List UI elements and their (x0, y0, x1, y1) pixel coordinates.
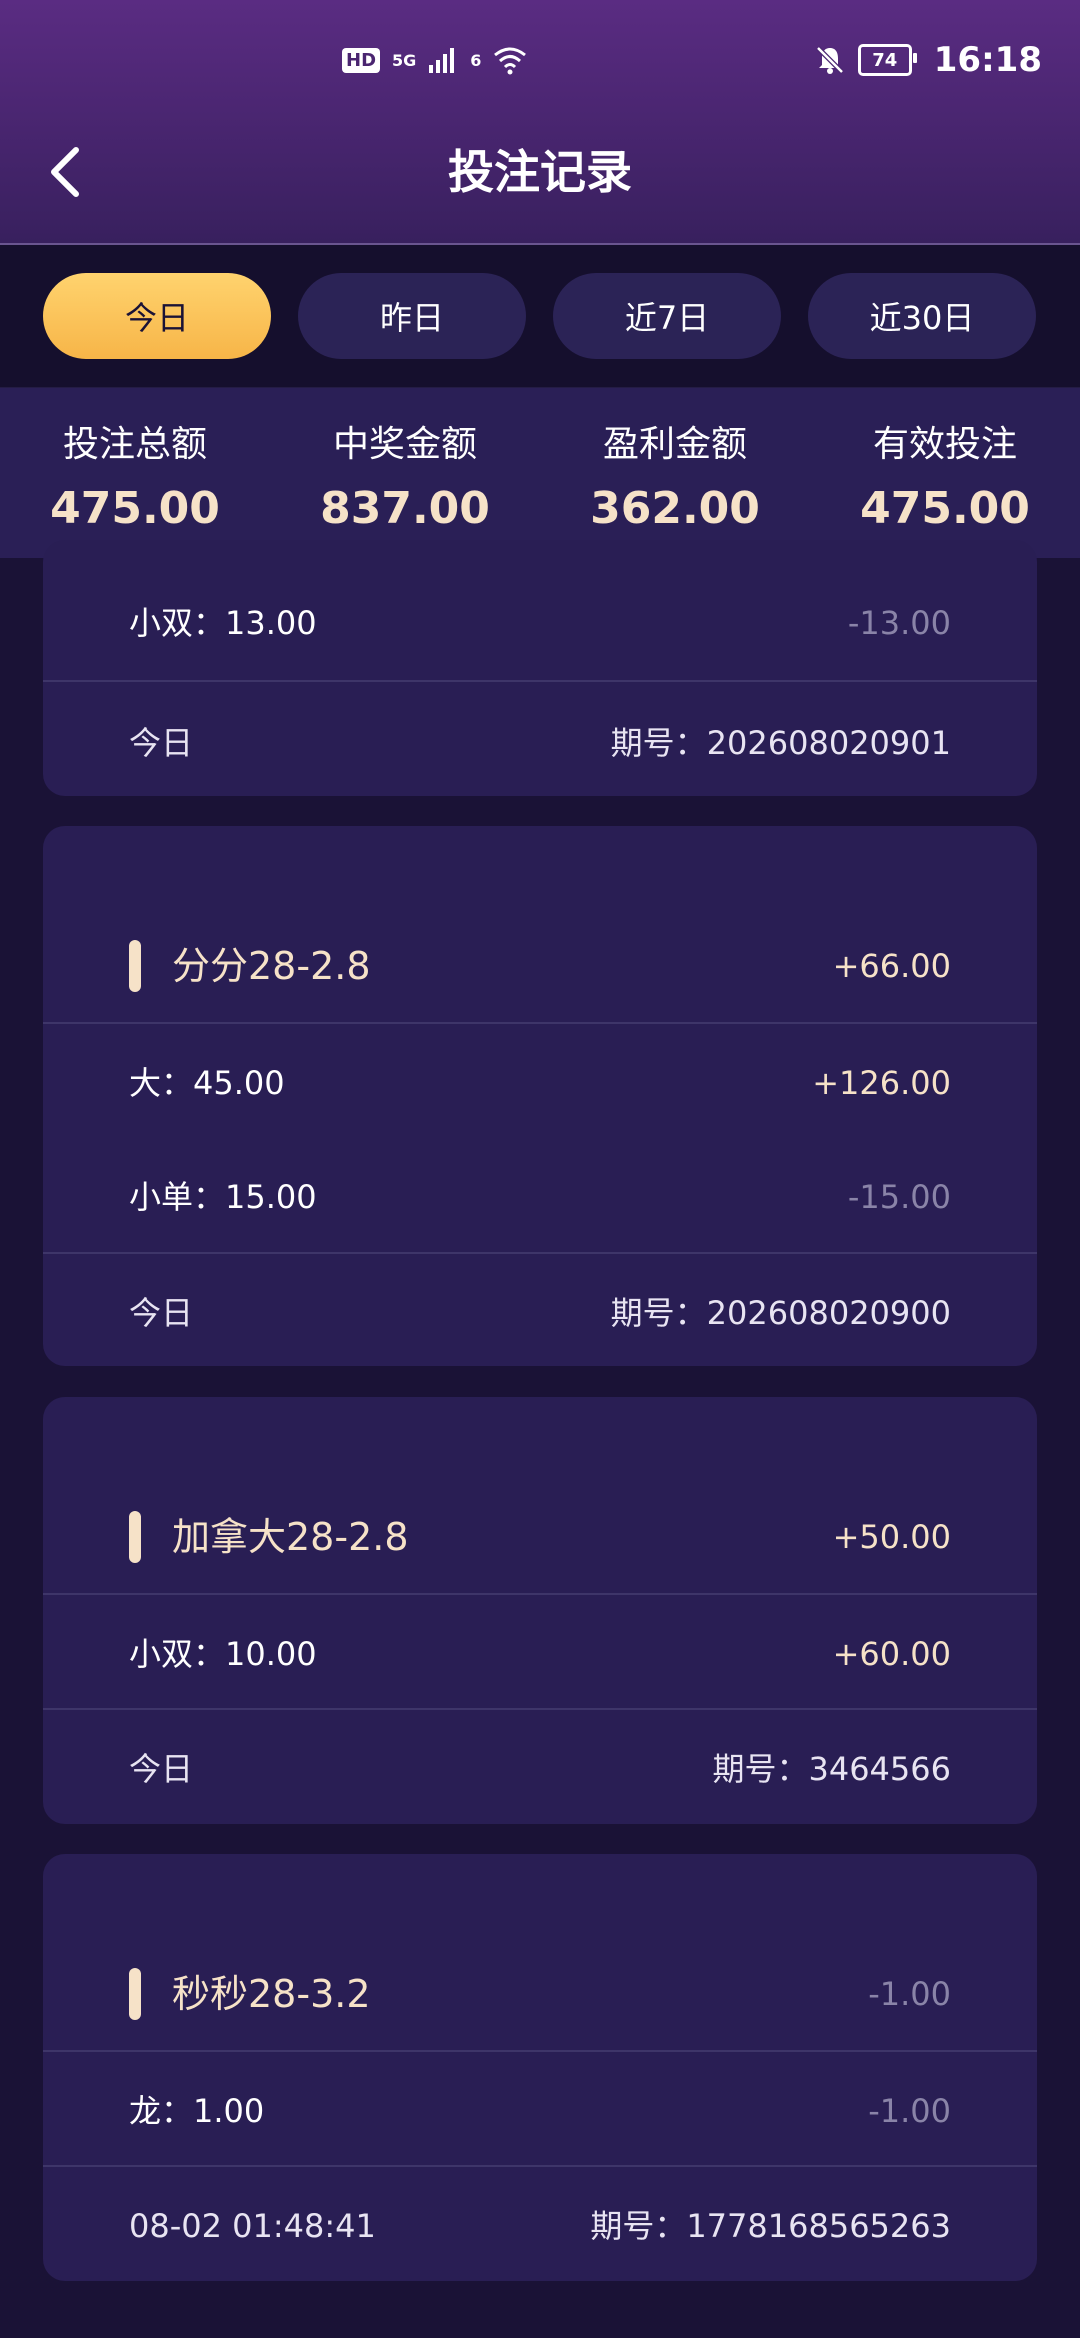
tab-today[interactable]: 今日 (43, 273, 271, 359)
record-total: -1.00 (868, 1975, 951, 2013)
bet-item-amount: -1.00 (868, 2092, 951, 2130)
bet-item-amount: -13.00 (847, 604, 951, 642)
network-label: 5G (392, 50, 417, 70)
page-title: 投注记录 (448, 145, 632, 199)
summary-label: 有效投注 (872, 424, 1017, 465)
title-accent-bar (129, 1968, 141, 2020)
battery-indicator: 74 (857, 44, 917, 76)
summary-value: 475.00 (50, 483, 220, 534)
summary-value: 362.00 (590, 483, 760, 534)
summary-value: 475.00 (860, 483, 1030, 534)
game-title: 加拿大28-2.8 (172, 1515, 409, 1559)
tab-30-days[interactable]: 近30日 (808, 273, 1036, 359)
summary-panel: 投注总额 475.00 中奖金额 837.00 盈利金额 362.00 有效投注… (0, 388, 1080, 558)
record-total: +66.00 (832, 947, 951, 985)
card-divider (43, 2165, 1037, 2167)
card-divider (43, 1708, 1037, 1710)
game-title: 秒秒28-3.2 (172, 1972, 371, 2016)
card-divider (43, 2050, 1037, 2052)
signal-icon (429, 48, 455, 73)
bet-record-card[interactable]: 秒秒28-3.2 -1.00 龙：1.00 -1.00 08-02 01:48:… (43, 1854, 1037, 2281)
record-date: 今日 (129, 1750, 194, 1788)
record-period: 期号：202608020901 (610, 724, 951, 762)
wifi-icon (494, 47, 527, 75)
status-bar: HD 5G 6 74 16:18 (0, 0, 1080, 120)
record-period: 期号：1778168565263 (590, 2207, 951, 2245)
tab-yesterday[interactable]: 昨日 (298, 273, 526, 359)
card-divider (43, 680, 1037, 682)
clock: 16:18 (933, 40, 1042, 80)
app-header: HD 5G 6 74 16:18 投注记录 (0, 0, 1080, 245)
summary-label: 盈利金额 (602, 424, 747, 465)
summary-label: 中奖金额 (332, 424, 477, 465)
bet-item-label: 大：45.00 (129, 1064, 285, 1102)
record-period: 期号：202608020900 (610, 1294, 951, 1332)
bet-record-card[interactable]: 分分28-2.8 +66.00 大：45.00 +126.00 小单：15.00… (43, 826, 1037, 1366)
summary-value: 837.00 (320, 483, 490, 534)
tab-7-days[interactable]: 近7日 (553, 273, 781, 359)
card-divider (43, 1252, 1037, 1254)
bet-item-label: 小单：15.00 (129, 1178, 317, 1216)
bell-muted-icon (815, 46, 844, 74)
summary-valid-bet: 有效投注 475.00 (810, 418, 1080, 540)
hd-icon: HD (342, 47, 381, 73)
title-accent-bar (129, 940, 141, 992)
record-total: +50.00 (832, 1518, 951, 1556)
bet-item-amount: +126.00 (812, 1064, 951, 1102)
bet-item-amount: -15.00 (847, 1178, 951, 1216)
record-period: 期号：3464566 (712, 1750, 951, 1788)
title-accent-bar (129, 1511, 141, 1563)
bet-item-label: 龙：1.00 (129, 2092, 265, 2130)
summary-total-bet: 投注总额 475.00 (0, 418, 270, 540)
date-filter-tabs: 今日 昨日 近7日 近30日 (0, 245, 1080, 388)
bet-record-card[interactable]: 小双：13.00 -13.00 今日 期号：202608020901 (43, 540, 1037, 796)
status-right: 74 16:18 (814, 40, 1042, 80)
record-date: 今日 (129, 1294, 194, 1332)
record-date: 今日 (129, 724, 194, 762)
summary-winnings: 中奖金额 837.00 (270, 418, 540, 540)
status-left: HD 5G 6 (342, 40, 527, 80)
card-divider (43, 1022, 1037, 1024)
game-title: 分分28-2.8 (172, 944, 371, 988)
bet-record-card[interactable]: 加拿大28-2.8 +50.00 小双：10.00 +60.00 今日 期号：3… (43, 1397, 1037, 1824)
card-divider (43, 1593, 1037, 1595)
bet-item-label: 小双：13.00 (129, 604, 317, 642)
record-date: 08-02 01:48:41 (129, 2207, 376, 2245)
summary-label: 投注总额 (62, 424, 207, 465)
bet-item-label: 小双：10.00 (129, 1635, 317, 1673)
wifi-label: 6 (470, 50, 482, 70)
summary-profit: 盈利金额 362.00 (540, 418, 810, 540)
bet-item-amount: +60.00 (832, 1635, 951, 1673)
